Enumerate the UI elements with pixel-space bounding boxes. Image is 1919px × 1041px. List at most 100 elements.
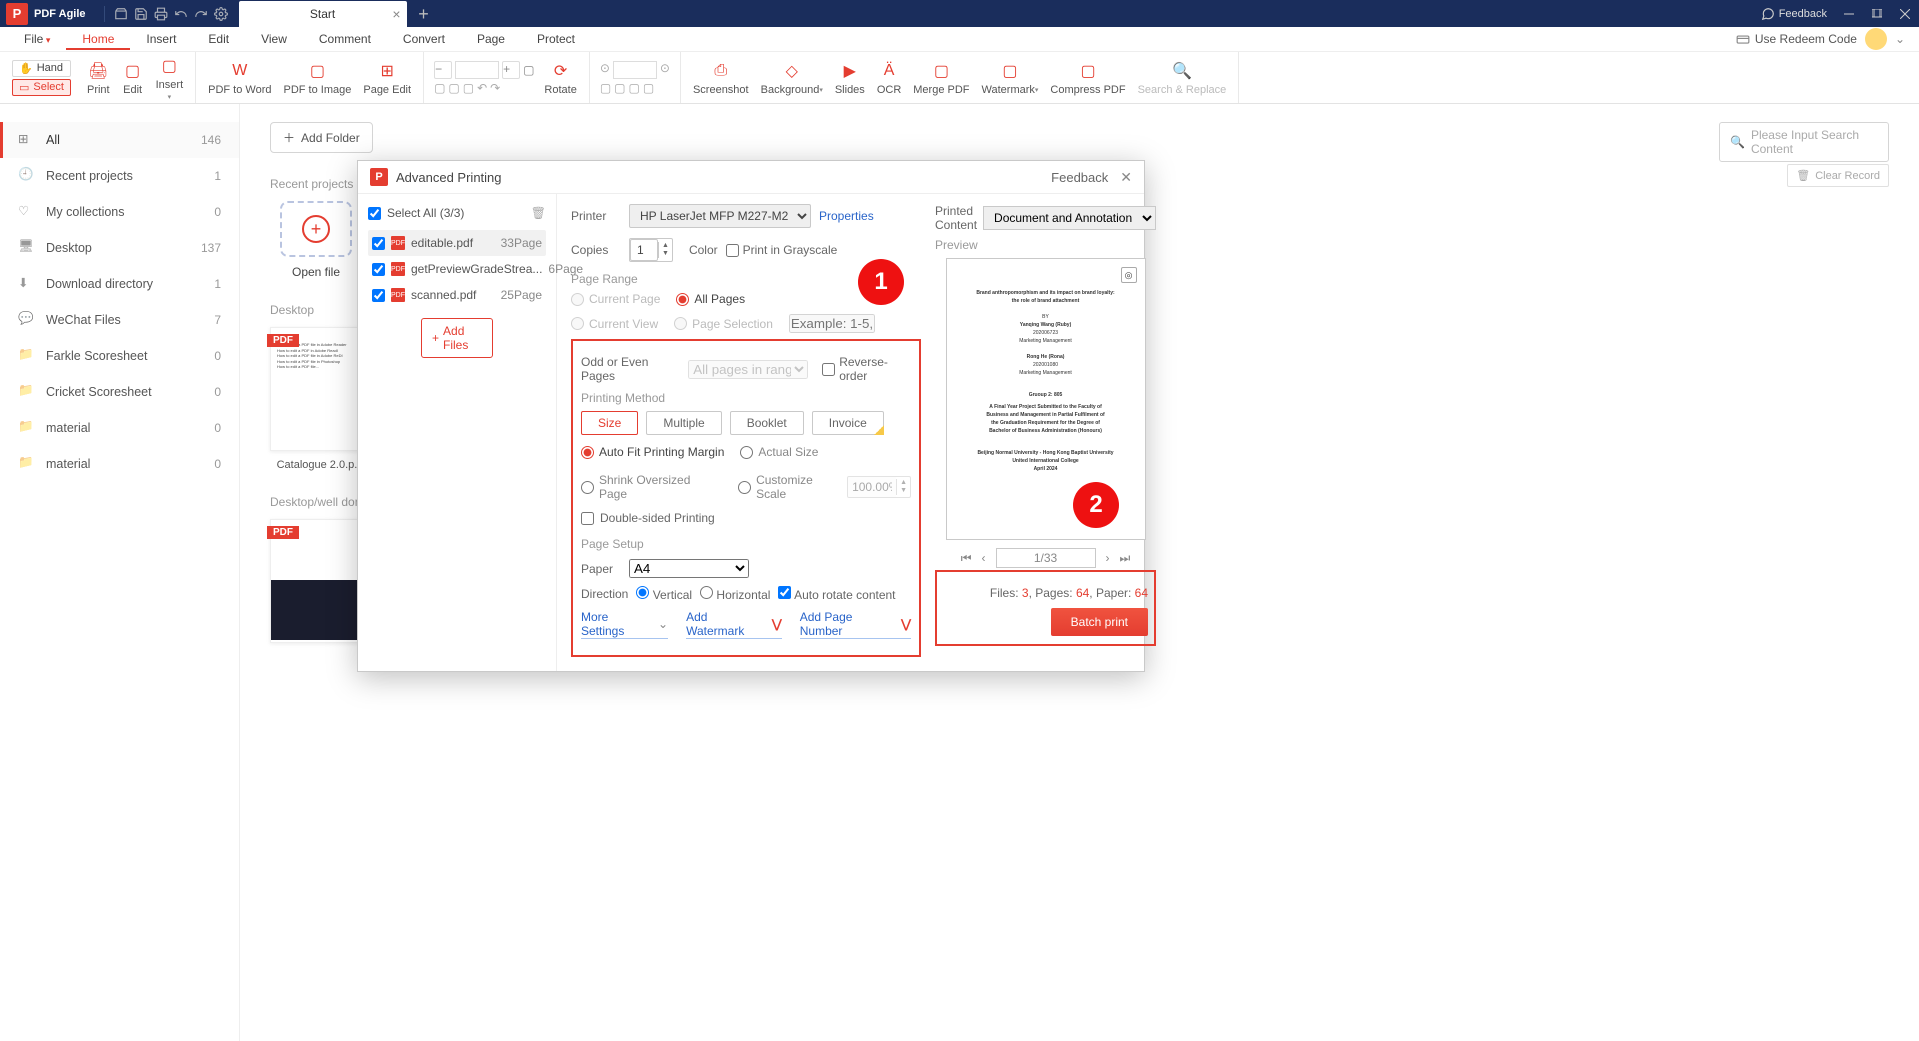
ribbon-page-edit[interactable]: ⊞Page Edit [357,52,417,103]
page-indicator[interactable]: 1/33 [996,548,1096,568]
more-settings-link[interactable]: More Settings ⌄ [581,610,668,639]
sidebar-collections[interactable]: ♡My collections0 [0,194,239,230]
ribbon-print[interactable]: 🖨Print [81,52,116,103]
sidebar-farkle[interactable]: 📁Farkle Scoresheet0 [0,338,239,374]
zoom-out-icon[interactable]: − [434,61,452,79]
method-multiple[interactable]: Multiple [646,411,721,435]
ribbon-background[interactable]: ◇Background▾ [755,52,829,103]
rotate-left-icon[interactable]: ↶ [477,81,487,95]
open-icon[interactable] [111,4,131,24]
undo-icon[interactable] [171,4,191,24]
sidebar-download[interactable]: ⬇Download directory1 [0,266,239,302]
grayscale-checkbox[interactable] [726,244,739,257]
sidebar-wechat[interactable]: 💬WeChat Files7 [0,302,239,338]
zoom-in-icon[interactable]: + [502,61,520,79]
ribbon-edit[interactable]: ▢Edit [116,52,150,103]
printed-content-select[interactable]: Document and Annotation [983,206,1156,230]
method-booklet[interactable]: Booklet [730,411,804,435]
zoom-field[interactable] [455,61,499,79]
menu-convert[interactable]: Convert [387,29,461,49]
fit-icon[interactable]: ▢ [523,63,534,77]
add-folder-button[interactable]: ＋Add Folder [270,122,373,153]
next-page-icon[interactable]: › [1106,551,1110,565]
settings-icon[interactable] [211,4,231,24]
file-row[interactable]: PDFgetPreviewGradeStrea...6Page [368,256,546,282]
page-num-field[interactable] [613,61,657,79]
menu-protect[interactable]: Protect [521,29,591,49]
new-tab-button[interactable]: + [411,1,437,27]
prev-page-icon[interactable]: ▢ [614,81,625,95]
vertical-radio[interactable] [636,586,649,599]
ribbon-compress[interactable]: ▢Compress PDF [1044,52,1131,103]
batch-print-button[interactable]: Batch print [1051,608,1148,636]
menu-edit[interactable]: Edit [192,29,245,49]
file-row[interactable]: PDFeditable.pdf33Page [368,230,546,256]
close-button[interactable] [1891,0,1919,27]
printer-properties-link[interactable]: Properties [819,209,874,223]
first-page-icon[interactable]: ▢ [600,81,611,95]
sidebar-cricket[interactable]: 📁Cricket Scoresheet0 [0,374,239,410]
ribbon-pdf-to-word[interactable]: WPDF to Word [202,52,277,103]
sidebar-material-1[interactable]: 📁material0 [0,410,239,446]
file-card[interactable]: PDF [270,519,370,643]
select-tool[interactable]: ▭Select [12,79,71,96]
spin-up[interactable]: ▲ [659,242,672,250]
save-icon[interactable] [131,4,151,24]
maximize-button[interactable] [1863,0,1891,27]
sidebar-desktop[interactable]: 🖥Desktop137 [0,230,239,266]
add-watermark-link[interactable]: Add Watermark ⋁ [686,610,782,639]
file-checkbox[interactable] [372,289,385,302]
select-all-checkbox[interactable] [368,207,381,220]
menu-comment[interactable]: Comment [303,29,387,49]
trash-icon[interactable]: 🗑 [531,206,546,220]
menu-view[interactable]: View [245,29,303,49]
print-icon[interactable] [151,4,171,24]
ribbon-watermark[interactable]: ▢Watermark▾ [976,52,1045,103]
tab-start[interactable]: Start × [239,1,407,27]
feedback-button[interactable]: Feedback [1761,7,1827,21]
ribbon-ocr[interactable]: ÄOCR [871,52,907,103]
first-page-icon[interactable]: ⏮ [961,551,972,566]
add-page-number-link[interactable]: Add Page Number ⋁ [800,610,911,639]
ribbon-slides[interactable]: ▶Slides [829,52,871,103]
dialog-feedback[interactable]: Feedback [1051,170,1108,185]
reverse-order-checkbox[interactable] [822,363,835,376]
next-page-icon[interactable]: ▢ [629,81,640,95]
copies-spinner[interactable]: ▲▼ [629,238,673,262]
ribbon-insert[interactable]: ▢Insert▾ [150,52,190,103]
shrink-radio[interactable] [581,481,594,494]
redeem-button[interactable]: Use Redeem Code [1736,32,1857,46]
clear-record-button[interactable]: 🗑Clear Record [1787,164,1889,187]
rotate-right-icon[interactable]: ↷ [490,81,500,95]
method-invoice[interactable]: Invoice [812,411,884,435]
file-checkbox[interactable] [372,237,385,250]
search-input[interactable]: 🔍Please Input Search Content [1719,122,1889,162]
redo-icon[interactable] [191,4,211,24]
last-page-icon[interactable]: ▢ [643,81,654,95]
all-pages-radio[interactable] [676,293,689,306]
open-file-button[interactable]: + Open file [270,201,362,279]
menu-insert[interactable]: Insert [130,29,192,49]
ribbon-screenshot[interactable]: ⎙Screenshot [687,52,755,103]
ribbon-search-replace[interactable]: 🔍Search & Replace [1132,52,1233,103]
layout-icon-2[interactable]: ▢ [448,81,459,95]
nav-icon-2[interactable]: ⊙ [660,61,670,79]
file-row[interactable]: PDFscanned.pdf25Page [368,282,546,308]
last-page-icon[interactable]: ⏭ [1120,551,1131,566]
add-files-button[interactable]: +Add Files [421,318,493,358]
file-checkbox[interactable] [372,263,385,276]
auto-rotate-checkbox[interactable] [778,586,791,599]
auto-fit-radio[interactable] [581,446,594,459]
spin-down[interactable]: ▼ [659,250,672,258]
layout-icon-1[interactable]: ▢ [434,81,445,95]
sidebar-all[interactable]: ⊞All146 [0,122,239,158]
prev-page-icon[interactable]: ‹ [982,551,986,565]
ribbon-rotate[interactable]: ⟳Rotate [538,52,582,103]
ribbon-merge[interactable]: ▢Merge PDF [907,52,975,103]
menu-page[interactable]: Page [461,29,521,49]
dialog-close-icon[interactable]: ✕ [1120,169,1132,186]
menu-home[interactable]: Home [66,29,130,50]
chevron-down-icon[interactable]: ⌄ [1895,32,1905,46]
paper-select[interactable]: A4 [629,559,749,578]
printer-select[interactable]: HP LaserJet MFP M227-M231 PCL-6 [629,204,811,228]
